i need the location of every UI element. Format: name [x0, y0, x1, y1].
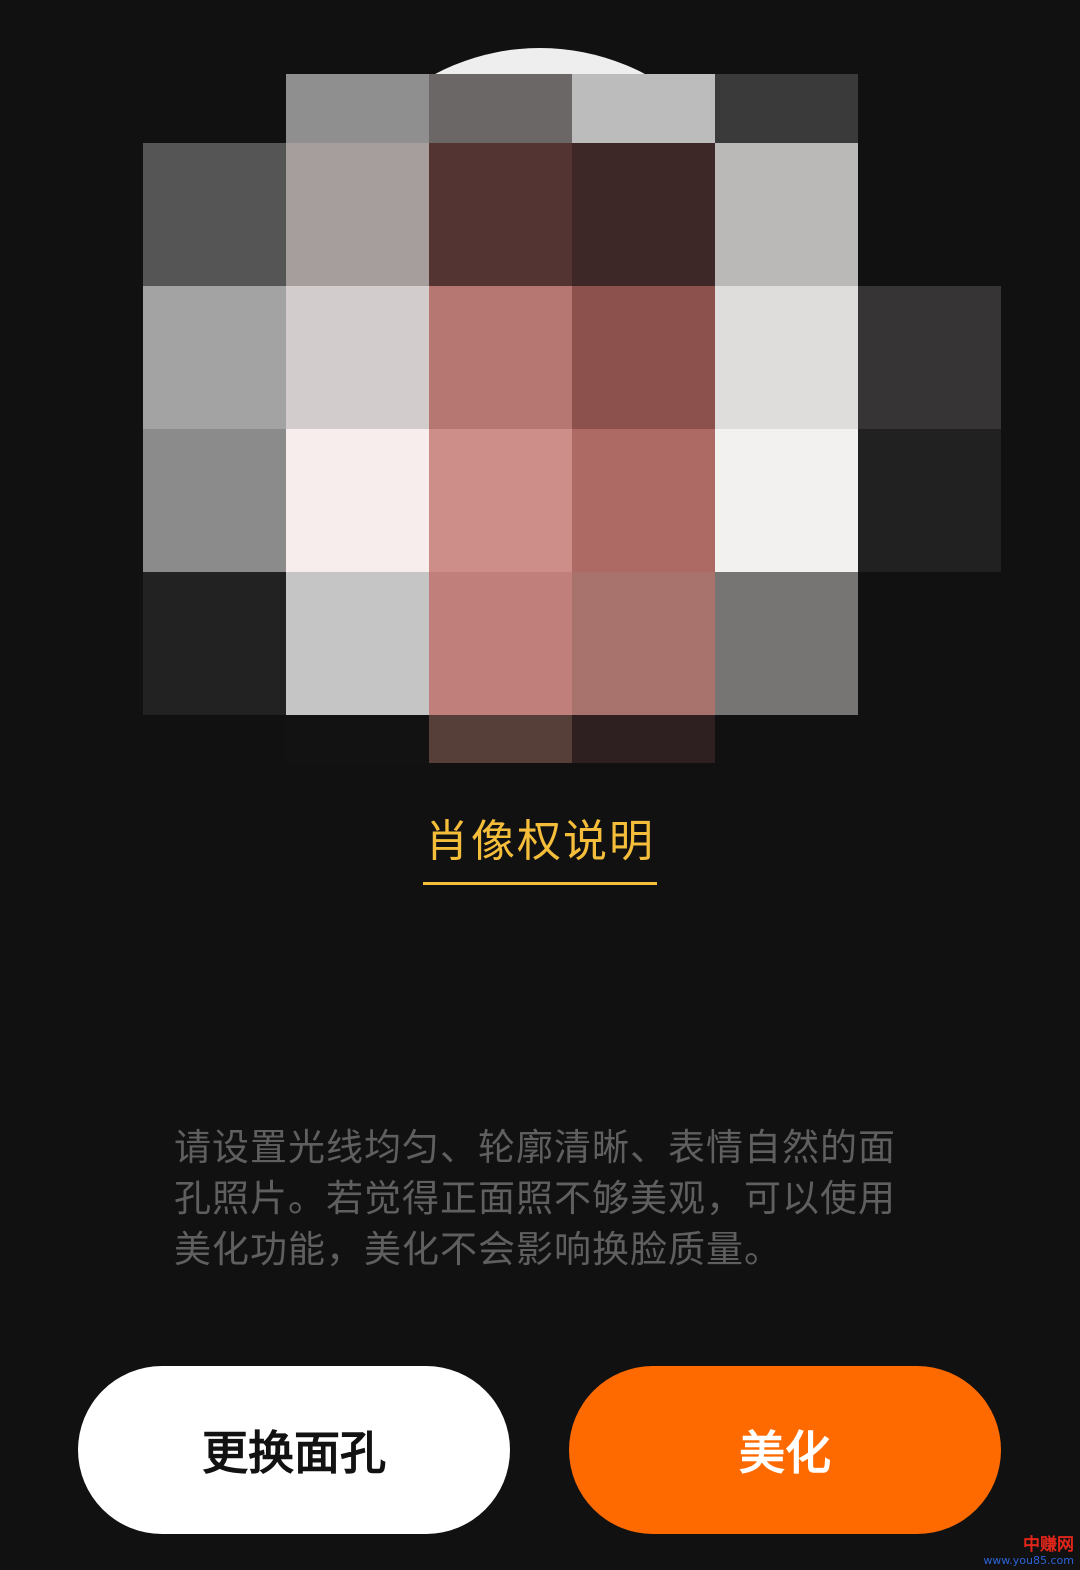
mosaic-cell: [715, 429, 858, 572]
mosaic-cell: [572, 286, 715, 429]
photo-guidance-text: 请设置光线均匀、轮廓清晰、表情自然的面孔照片。若觉得正面照不够美观，可以使用美化…: [174, 1126, 896, 1271]
mosaic-cell: [286, 715, 429, 763]
site-watermark: 中赚网 www.you85.com: [983, 1535, 1074, 1567]
mosaic-cell: [143, 286, 286, 429]
portrait-rights-row: 肖像权说明: [0, 812, 1080, 885]
mosaic-cell: [429, 429, 572, 572]
mosaic-cell: [572, 715, 715, 763]
mosaic-cell: [715, 572, 858, 715]
pixelated-face-icon: [0, 0, 1080, 780]
mosaic-cell: [286, 286, 429, 429]
mosaic-cell: [143, 572, 286, 715]
mosaic-cell: [286, 429, 429, 572]
change-face-button[interactable]: 更换面孔: [78, 1366, 510, 1534]
watermark-url: www.you85.com: [983, 1554, 1074, 1567]
mosaic-cell: [143, 429, 286, 572]
mosaic-cell: [429, 715, 572, 763]
mosaic-cell: [715, 143, 858, 286]
mosaic-cell: [429, 286, 572, 429]
mosaic-cell: [715, 286, 858, 429]
mosaic-cell: [429, 572, 572, 715]
mosaic-cell: [858, 429, 1001, 572]
mosaic-cell: [572, 143, 715, 286]
mosaic-cell: [286, 143, 429, 286]
mosaic-cell: [572, 74, 715, 143]
face-photo-preview: [0, 0, 1080, 780]
beautify-button[interactable]: 美化: [569, 1366, 1001, 1534]
mosaic-cell: [858, 286, 1001, 429]
mosaic-cell: [286, 74, 429, 143]
mosaic-cell: [715, 74, 858, 143]
portrait-rights-link[interactable]: 肖像权说明: [423, 812, 657, 885]
mosaic-cell: [143, 143, 286, 286]
mosaic-cell: [286, 572, 429, 715]
watermark-logo-text: 中赚网: [1023, 1535, 1074, 1555]
mosaic-cell: [429, 74, 572, 143]
mosaic-cell: [572, 429, 715, 572]
mosaic-cell: [572, 572, 715, 715]
mosaic-cell: [429, 143, 572, 286]
